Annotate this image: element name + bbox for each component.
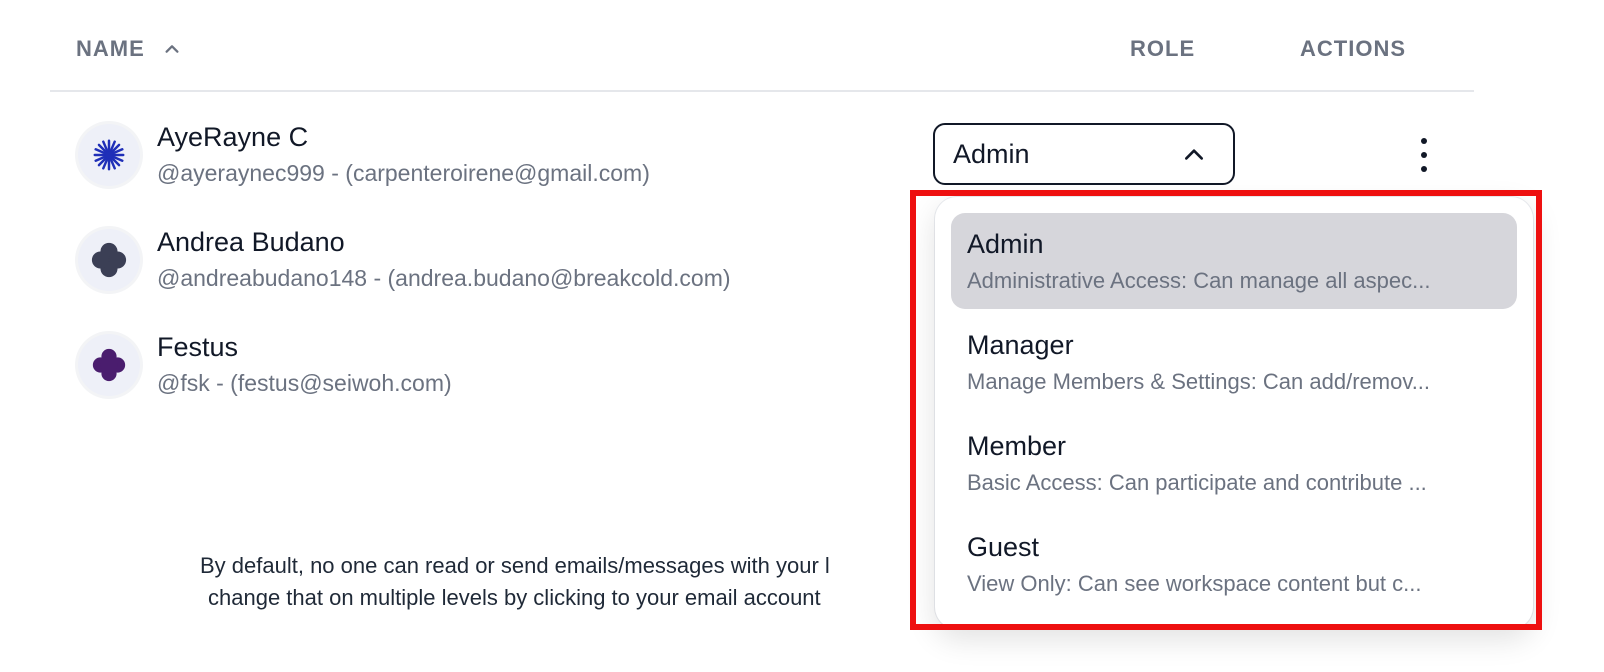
- role-option-manager[interactable]: Manager Manage Members & Settings: Can a…: [951, 314, 1517, 410]
- avatar: [78, 229, 140, 291]
- role-select-value: Admin: [953, 138, 1030, 169]
- table-row: AyeRayne C @ayeraynec999 - (carpenteroir…: [78, 120, 978, 190]
- role-option-title: Manager: [967, 330, 1074, 360]
- column-header-role: ROLE: [1130, 36, 1196, 61]
- role-option-title: Member: [967, 431, 1067, 461]
- role-option-description: View Only: Can see workspace content but…: [967, 571, 1422, 596]
- role-option-admin[interactable]: Admin Administrative Access: Can manage …: [951, 213, 1517, 309]
- avatar: [78, 334, 140, 396]
- row-actions-menu-button[interactable]: [1412, 138, 1436, 172]
- kebab-dot: [1421, 138, 1427, 144]
- permissions-note: By default, no one can read or send emai…: [200, 550, 830, 614]
- permissions-note-line-1: By default, no one can read or send emai…: [200, 553, 830, 578]
- role-option-description: Manage Members & Settings: Can add/remov…: [967, 369, 1431, 394]
- flower-avatar-icon: [92, 348, 126, 382]
- table-row: Andrea Budano @andreabudano148 - (andrea…: [78, 225, 978, 295]
- column-header-name-label: NAME: [76, 36, 145, 61]
- role-option-guest[interactable]: Guest View Only: Can see workspace conte…: [951, 516, 1517, 612]
- role-option-description: Administrative Access: Can manage all as…: [967, 268, 1431, 293]
- column-header-name[interactable]: NAME: [76, 36, 181, 62]
- column-header-actions: ACTIONS: [1300, 36, 1406, 61]
- user-handle-email: @fsk - (festus@seiwoh.com): [157, 370, 452, 396]
- avatar: [78, 124, 140, 186]
- clover-avatar-icon: [91, 242, 127, 278]
- user-name: AyeRayne C: [157, 122, 309, 152]
- role-option-title: Guest: [967, 532, 1040, 562]
- sort-ascending-icon: [165, 45, 179, 53]
- user-handle-email: @andreabudano148 - (andrea.budano@breakc…: [157, 265, 731, 291]
- user-name: Festus: [157, 332, 239, 362]
- role-option-description: Basic Access: Can participate and contri…: [967, 470, 1427, 495]
- starburst-avatar-icon: [93, 139, 125, 171]
- kebab-dot: [1421, 166, 1427, 172]
- role-select[interactable]: Admin: [933, 123, 1235, 185]
- table-row: Festus @fsk - (festus@seiwoh.com): [78, 330, 978, 400]
- user-handle-email: @ayeraynec999 - (carpenteroirene@gmail.c…: [157, 160, 650, 186]
- user-name: Andrea Budano: [157, 227, 345, 257]
- header-divider: [50, 90, 1474, 92]
- kebab-dot: [1421, 152, 1427, 158]
- permissions-note-line-2: change that on multiple levels by clicki…: [208, 585, 821, 610]
- role-option-member[interactable]: Member Basic Access: Can participate and…: [951, 415, 1517, 511]
- chevron-up-icon: [1184, 149, 1204, 160]
- members-page: NAME ROLE ACTIONS AyeRayne C @ayeraynec9…: [0, 0, 1604, 672]
- role-option-title: Admin: [967, 229, 1044, 259]
- role-options-dropdown: Admin Administrative Access: Can manage …: [935, 197, 1533, 629]
